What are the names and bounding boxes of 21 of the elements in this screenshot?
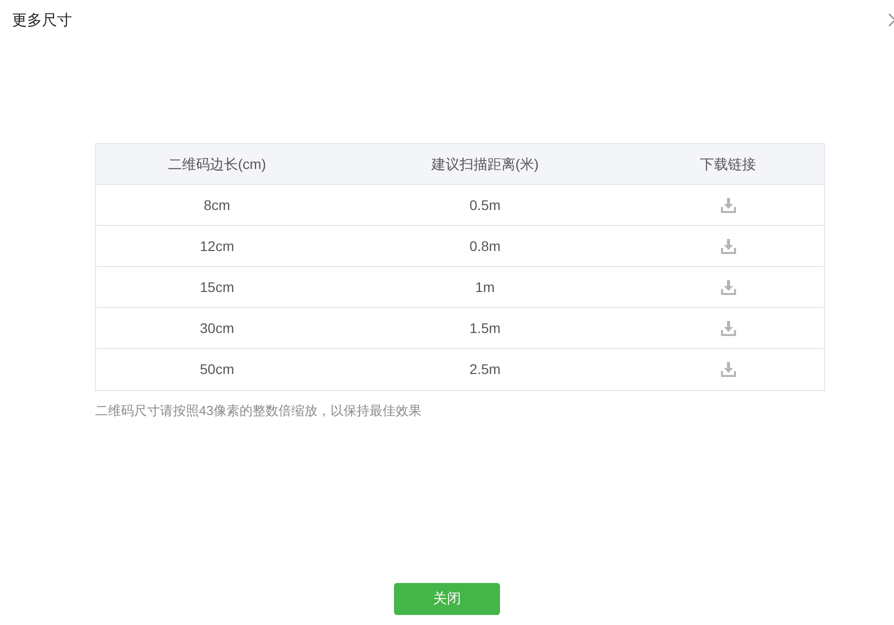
table-cell-text: 0.5m [469,196,501,214]
note-text: 二维码尺寸请按照43像素的整数倍缩放，以保持最佳效果 [95,402,422,420]
column-header: 下载链接 [700,154,756,174]
download-icon[interactable] [720,320,736,336]
table-cell-text: 8cm [204,196,230,214]
table-cell-text: 0.8m [469,236,501,256]
download-icon[interactable] [720,238,736,254]
download-icon[interactable] [720,362,736,377]
table-cell-text: 2.5m [469,360,501,379]
close-button[interactable]: 关闭 [394,582,500,614]
table-cell-text: 1.5m [469,318,501,338]
table-cell-text: 30cm [200,318,234,338]
table-cell-text: 15cm [200,278,234,296]
dialog-title: 更多尺寸 [12,10,72,31]
column-header: 二维码边长(cm) [168,154,266,174]
table-cell-text: 12cm [200,236,234,256]
download-icon[interactable] [720,280,736,294]
table-cell-text: 50cm [200,360,234,379]
column-header: 建议扫描距离(米) [431,154,539,174]
download-icon[interactable] [720,198,736,212]
table-cell-text: 1m [475,278,495,296]
